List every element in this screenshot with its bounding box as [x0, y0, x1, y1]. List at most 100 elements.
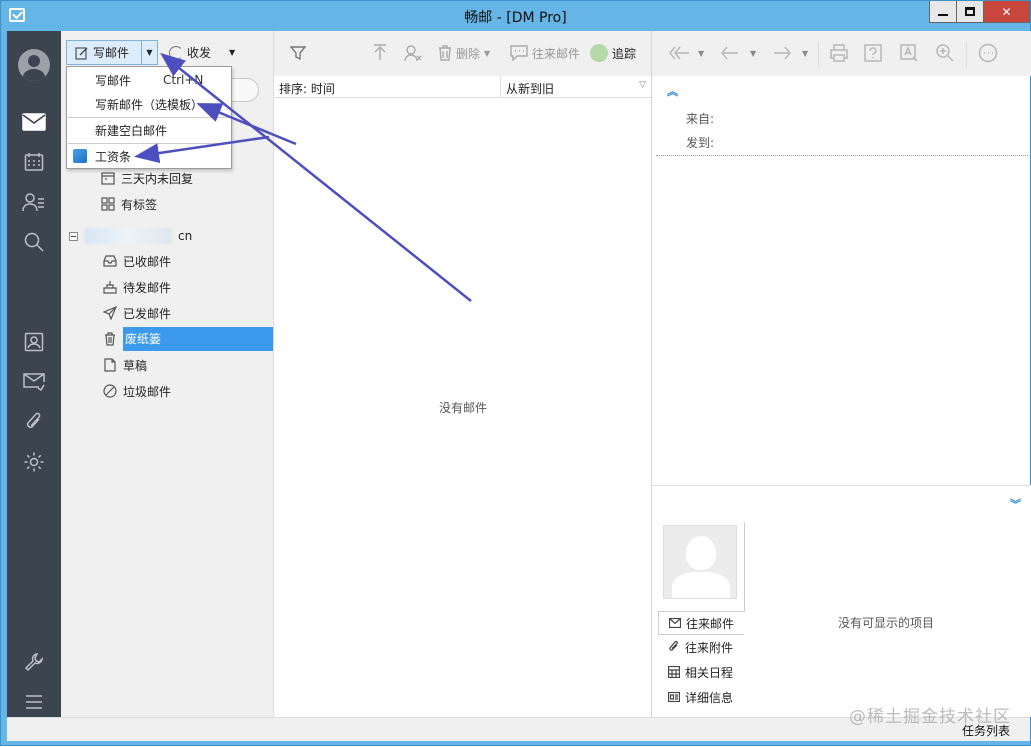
- to-label: 发到:: [686, 136, 715, 150]
- translate-icon: [900, 44, 918, 62]
- receive-button[interactable]: 收发 ▼: [169, 40, 235, 65]
- nav-calendar[interactable]: [7, 147, 61, 177]
- correspondence-button[interactable]: 往来邮件: [510, 43, 580, 63]
- collapse-icon[interactable]: [69, 231, 78, 241]
- account-email-redacted: [84, 228, 172, 244]
- menu-item-new-blank[interactable]: 新建空白邮件: [67, 118, 231, 142]
- sort-order[interactable]: 从新到旧: [506, 80, 554, 97]
- header-divider: [656, 155, 1028, 156]
- tools-icon: [24, 653, 43, 672]
- tab-related-schedule[interactable]: 相关日程: [658, 660, 744, 684]
- receive-dropdown-icon[interactable]: ▼: [229, 48, 235, 57]
- toolbar-separator: [966, 41, 967, 67]
- tab-label: 详细信息: [685, 690, 734, 705]
- settings-icon: [24, 452, 44, 472]
- folder-label: 废纸篓: [123, 327, 273, 351]
- menu-item-shortcut: Ctrl+N: [163, 73, 204, 87]
- delete-button[interactable]: 删除 ▼: [438, 43, 490, 63]
- expand-panel-icon[interactable]: ︾: [1010, 496, 1021, 512]
- reply-all-button[interactable]: ▼: [668, 44, 704, 62]
- calendar-icon: [668, 666, 680, 678]
- mail-icon: [669, 618, 681, 628]
- folder-drafts[interactable]: 草稿: [103, 354, 147, 376]
- nav-menu[interactable]: [7, 687, 61, 717]
- compose-dropdown-button[interactable]: ▼: [142, 40, 158, 65]
- compose-button[interactable]: 写邮件: [66, 40, 142, 65]
- menu-item-payslip[interactable]: 工资条: [67, 144, 231, 168]
- toolbar-separator: [818, 41, 819, 67]
- smart-folder-tagged[interactable]: 有标签: [101, 193, 157, 215]
- spam-icon: [103, 384, 117, 398]
- smart-folder-unreplied[interactable]: 三天内未回复: [101, 167, 193, 189]
- send-mail-icon: [23, 373, 45, 391]
- tab-correspondence-mail[interactable]: 往来邮件: [658, 611, 744, 635]
- menu-item-compose-template[interactable]: 写新邮件（选模板）: [67, 92, 231, 116]
- nav-rail: [7, 31, 61, 741]
- tab-details[interactable]: 详细信息: [658, 685, 744, 709]
- sort-by-time[interactable]: 排序: 时间: [279, 80, 335, 97]
- user-icon: [404, 45, 422, 62]
- nav-address-book[interactable]: [7, 327, 61, 357]
- chevron-down-icon: ▼: [146, 48, 153, 57]
- nav-contacts[interactable]: [7, 187, 61, 217]
- nav-settings[interactable]: [7, 447, 61, 477]
- track-button[interactable]: 追踪: [590, 43, 636, 63]
- nav-attachments[interactable]: [7, 407, 61, 437]
- close-button[interactable]: ✕: [983, 1, 1030, 23]
- app-window: 畅邮 - [DM Pro] ✕ 写邮件 ▼ 收发 ▼ 三天内未回复 有标签 cn…: [0, 0, 1031, 746]
- folder-inbox[interactable]: 已收邮件: [103, 250, 171, 272]
- menu-item-compose[interactable]: 写邮件 Ctrl+N: [67, 68, 231, 92]
- minimize-button[interactable]: [929, 1, 957, 23]
- collapse-header-icon[interactable]: ︽: [667, 83, 678, 99]
- tab-label: 往来附件: [685, 640, 734, 655]
- maximize-button[interactable]: [956, 1, 984, 23]
- close-icon: ✕: [1001, 4, 1012, 19]
- help-button[interactable]: [864, 44, 882, 62]
- menu-item-label: 写新邮件（选模板）: [95, 97, 204, 112]
- attachment-icon: [26, 412, 41, 429]
- mail-icon: [22, 113, 46, 131]
- tab-divider: [744, 522, 745, 612]
- draft-icon: [103, 358, 117, 372]
- folder-sent[interactable]: 已发邮件: [103, 302, 171, 324]
- contact-button[interactable]: [404, 43, 422, 63]
- receive-label: 收发: [187, 46, 212, 60]
- contact-photo: [663, 525, 737, 599]
- sort-header: 排序: 时间 从新到旧 ▽: [274, 76, 652, 98]
- outbox-icon: [103, 280, 117, 294]
- sent-icon: [103, 306, 117, 320]
- reply-button[interactable]: ▼: [720, 44, 756, 62]
- compose-split-button: 写邮件 ▼: [66, 40, 158, 65]
- account-avatar[interactable]: [7, 48, 61, 82]
- chevron-down-icon: ▼: [484, 48, 491, 58]
- avatar-icon: [18, 49, 50, 81]
- calendar-folder-icon: [101, 171, 115, 185]
- sort-dropdown-icon[interactable]: ▽: [639, 80, 646, 90]
- more-button[interactable]: [978, 43, 998, 63]
- zoom-in-icon: [936, 44, 954, 62]
- folder-trash[interactable]: 废纸篓: [103, 327, 273, 351]
- nav-tools[interactable]: [7, 647, 61, 677]
- folder-spam[interactable]: 垃圾邮件: [103, 380, 171, 402]
- forward-button[interactable]: ▼: [772, 44, 808, 62]
- window-controls: ✕: [929, 1, 1030, 23]
- tab-label: 往来邮件: [686, 616, 735, 631]
- reading-pane: ▼ ▼ ▼ ︽ 来自: 发到: ︾ 往来邮件 往来附件 相关日程 详细信息 没有…: [651, 31, 1031, 717]
- zoom-button[interactable]: [936, 44, 954, 62]
- tab-label: 相关日程: [685, 665, 734, 680]
- print-button[interactable]: [830, 44, 848, 62]
- account-node[interactable]: cn: [69, 227, 192, 245]
- folder-outbox[interactable]: 待发邮件: [103, 276, 171, 298]
- window-title: 畅邮 - [DM Pro]: [464, 10, 567, 26]
- chevron-down-icon: ▼: [802, 48, 809, 58]
- nav-send-mail[interactable]: [7, 367, 61, 397]
- tab-correspondence-attachments[interactable]: 往来附件: [658, 635, 744, 659]
- track-icon: [590, 44, 608, 62]
- filter-button[interactable]: [290, 43, 306, 63]
- sync-icon: [169, 45, 183, 60]
- nav-mail[interactable]: [7, 107, 61, 137]
- translate-button[interactable]: [900, 44, 918, 62]
- move-up-button[interactable]: [372, 43, 388, 63]
- delete-label: 删除: [456, 46, 481, 61]
- nav-search[interactable]: [7, 227, 61, 257]
